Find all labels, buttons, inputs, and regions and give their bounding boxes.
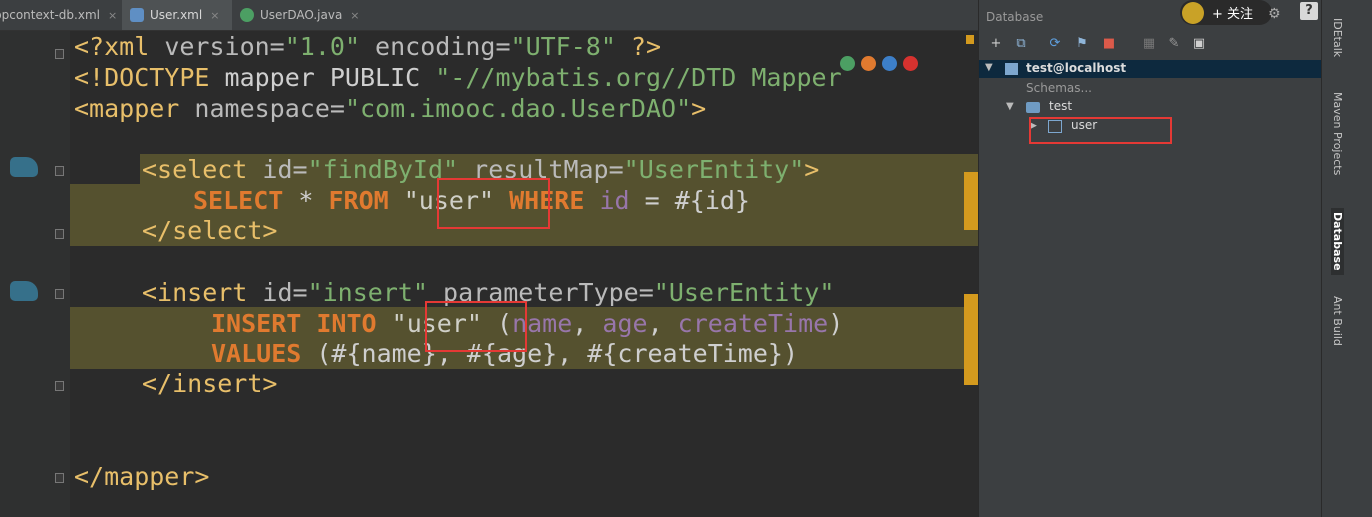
- close-icon[interactable]: ×: [350, 9, 359, 22]
- copy-icon[interactable]: ⧉: [1013, 36, 1029, 52]
- close-icon[interactable]: ×: [210, 9, 219, 22]
- fold-marker[interactable]: [55, 229, 64, 239]
- tab-userdao-java[interactable]: UserDAO.java ×: [240, 0, 370, 30]
- code-line: <mapper namespace="com.imooc.dao.UserDAO…: [74, 94, 707, 123]
- follow-button[interactable]: + 关注: [1180, 0, 1272, 25]
- error-stripe-mark[interactable]: [964, 172, 978, 230]
- fold-marker[interactable]: [55, 289, 64, 299]
- code-line: </insert>: [142, 369, 278, 398]
- panel-title: Database: [986, 10, 1044, 24]
- schema-icon: [1026, 102, 1040, 113]
- code-line: </select>: [142, 216, 278, 245]
- code-line: INSERT INTO "user" (name, age, createTim…: [211, 309, 844, 338]
- stop-icon[interactable]: ■: [1101, 36, 1117, 52]
- editor-gutter: [0, 31, 70, 517]
- tree-connection[interactable]: test@localhost: [1026, 61, 1126, 75]
- tool-database[interactable]: Database: [1331, 208, 1344, 275]
- annotation-box: [437, 178, 550, 229]
- tab-label: ppcontext-db.xml: [0, 8, 100, 22]
- close-icon[interactable]: ×: [108, 9, 117, 22]
- tool-maven-projects[interactable]: Maven Projects: [1331, 92, 1344, 175]
- tool-window-strip: IDEtalk Maven Projects Database Ant Buil…: [1321, 0, 1372, 517]
- tree-schema-test[interactable]: test: [1049, 99, 1072, 113]
- inspection-indicator[interactable]: [966, 35, 974, 44]
- mybatis-bird-icon[interactable]: [10, 157, 38, 177]
- editor-tab-bar: ppcontext-db.xml × User.xml × UserDAO.ja…: [0, 0, 978, 31]
- firefox-icon[interactable]: [861, 56, 876, 71]
- refresh-icon[interactable]: ⟳: [1047, 36, 1063, 52]
- add-icon[interactable]: +: [988, 36, 1004, 52]
- opera-icon[interactable]: [903, 56, 918, 71]
- tab-label: User.xml: [150, 8, 203, 22]
- annotation-box: [425, 301, 527, 352]
- fold-marker[interactable]: [55, 473, 64, 483]
- table-icon[interactable]: ▦: [1141, 36, 1157, 52]
- safari-icon[interactable]: [882, 56, 897, 71]
- xml-file-icon: [130, 8, 144, 22]
- help-icon[interactable]: ?: [1300, 2, 1318, 20]
- annotation-box: [1029, 117, 1172, 144]
- code-editor[interactable]: <?xml version="1.0" encoding="UTF-8" ?> …: [70, 31, 978, 517]
- fold-marker[interactable]: [55, 49, 64, 59]
- tool-ant-build[interactable]: Ant Build: [1331, 296, 1344, 346]
- edit-icon[interactable]: ✎: [1166, 36, 1182, 52]
- code-line: <?xml version="1.0" encoding="UTF-8" ?>: [74, 32, 662, 61]
- datasource-icon: [1005, 63, 1018, 75]
- tree-schemas[interactable]: Schemas...: [1026, 81, 1092, 95]
- chrome-icon[interactable]: [840, 56, 855, 71]
- tab-label: UserDAO.java: [260, 8, 343, 22]
- mybatis-bird-icon[interactable]: [10, 281, 38, 301]
- tab-user-xml[interactable]: User.xml ×: [122, 0, 232, 30]
- tab-context-db[interactable]: ppcontext-db.xml ×: [0, 0, 118, 30]
- fold-marker[interactable]: [55, 381, 64, 391]
- fold-marker[interactable]: [55, 166, 64, 176]
- error-stripe-mark[interactable]: [964, 294, 978, 385]
- database-tool-window: Database + ⧉ ⟳ ⚑ ■ ▦ ✎ ▣ ▼ test@localhos…: [978, 0, 1322, 517]
- filter-icon[interactable]: ⚑: [1074, 36, 1090, 52]
- java-class-icon: [240, 8, 254, 22]
- console-icon[interactable]: ▣: [1191, 36, 1207, 52]
- code-line: </mapper>: [74, 462, 210, 491]
- avatar: [1182, 1, 1204, 24]
- expand-arrow-icon[interactable]: ▼: [1006, 101, 1014, 112]
- gear-icon[interactable]: ⚙: [1268, 6, 1281, 22]
- expand-arrow-icon[interactable]: ▼: [985, 62, 993, 73]
- code-line: <!DOCTYPE mapper PUBLIC "-//mybatis.org/…: [74, 63, 842, 92]
- tool-idetalk[interactable]: IDEtalk: [1331, 18, 1344, 57]
- follow-label: + 关注: [1212, 7, 1254, 22]
